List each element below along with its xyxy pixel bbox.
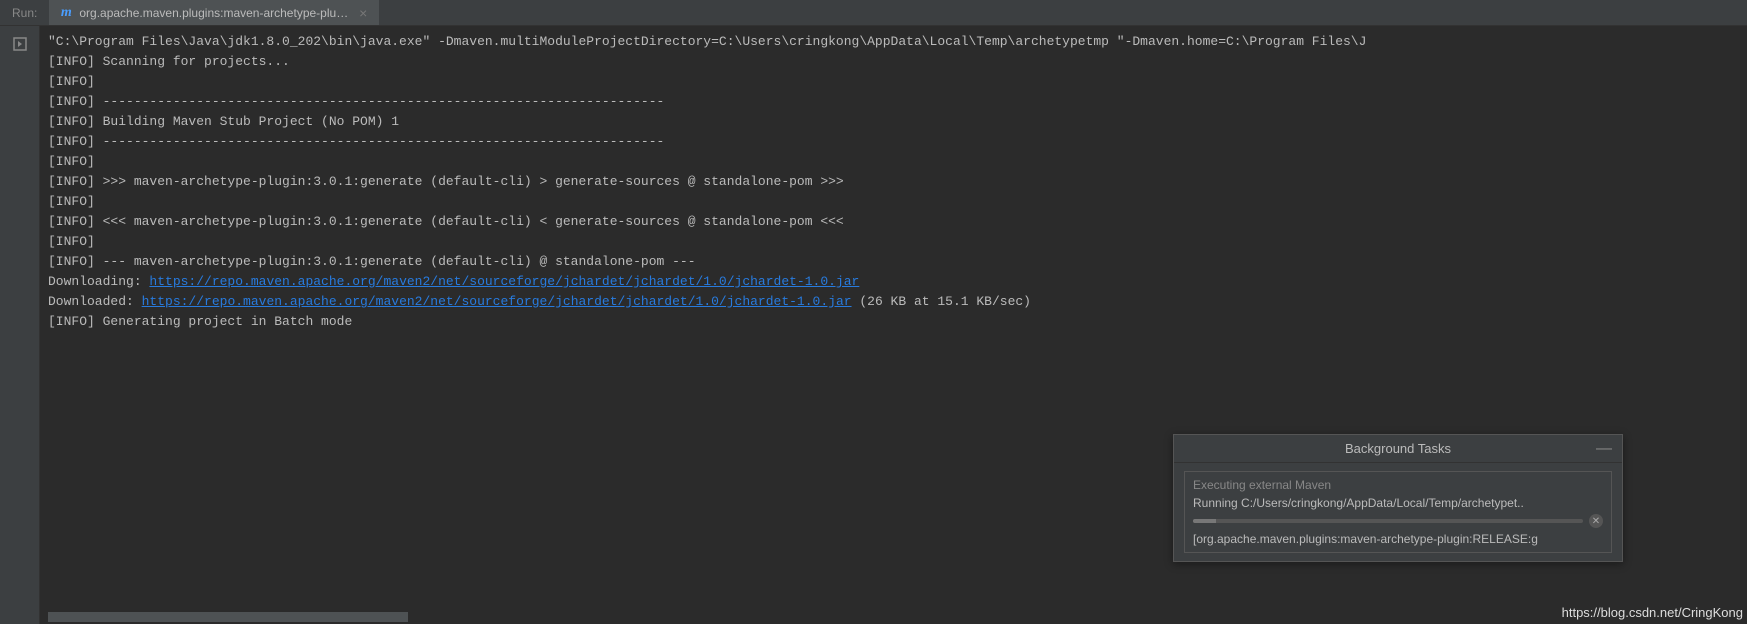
maven-icon: m [59, 6, 73, 20]
console-line: Downloading: https://repo.maven.apache.o… [48, 272, 1739, 292]
run-tab[interactable]: m org.apache.maven.plugins:maven-archety… [49, 0, 379, 25]
minimize-icon[interactable]: — [1596, 444, 1612, 454]
console-output[interactable]: "C:\Program Files\Java\jdk1.8.0_202\bin\… [48, 32, 1739, 332]
close-icon[interactable]: × [357, 5, 369, 21]
console-link[interactable]: https://repo.maven.apache.org/maven2/net… [142, 294, 852, 309]
console-link[interactable]: https://repo.maven.apache.org/maven2/net… [149, 274, 859, 289]
console-line: [INFO] <<< maven-archetype-plugin:3.0.1:… [48, 212, 1739, 232]
task-detail: [org.apache.maven.plugins:maven-archetyp… [1193, 532, 1603, 546]
console-line: [INFO] --- maven-archetype-plugin:3.0.1:… [48, 252, 1739, 272]
rerun-icon[interactable] [8, 32, 32, 56]
console-line: [INFO] ---------------------------------… [48, 92, 1739, 112]
console-line: [INFO] Scanning for projects... [48, 52, 1739, 72]
background-tasks-panel: Background Tasks — Executing external Ma… [1173, 434, 1623, 562]
console-line: [INFO] [48, 232, 1739, 252]
bg-tasks-title: Background Tasks [1345, 441, 1451, 456]
console-line: [INFO] Building Maven Stub Project (No P… [48, 112, 1739, 132]
gutter [0, 26, 40, 624]
console-line: [INFO] [48, 152, 1739, 172]
console-line: [INFO] Generating project in Batch mode [48, 312, 1739, 332]
cancel-task-icon[interactable]: ✕ [1589, 514, 1603, 528]
console-line: [INFO] [48, 192, 1739, 212]
bg-tasks-body: Executing external Maven Running C:/User… [1174, 463, 1622, 561]
console-line: [INFO] [48, 72, 1739, 92]
console-line: Downloaded: https://repo.maven.apache.or… [48, 292, 1739, 312]
watermark: https://blog.csdn.net/CringKong [1562, 605, 1743, 620]
horizontal-scrollbar[interactable] [48, 612, 408, 622]
top-bar: Run: m org.apache.maven.plugins:maven-ar… [0, 0, 1747, 26]
task-subtitle: Running C:/Users/cringkong/AppData/Local… [1193, 496, 1603, 510]
progress-row: ✕ [1193, 514, 1603, 528]
bg-tasks-header: Background Tasks — [1174, 435, 1622, 463]
progress-bar [1193, 519, 1583, 523]
console-line: [INFO] >>> maven-archetype-plugin:3.0.1:… [48, 172, 1739, 192]
console-line: [INFO] ---------------------------------… [48, 132, 1739, 152]
task-block: Executing external Maven Running C:/User… [1184, 471, 1612, 553]
console-line: "C:\Program Files\Java\jdk1.8.0_202\bin\… [48, 32, 1739, 52]
progress-fill [1193, 519, 1216, 523]
run-label: Run: [0, 0, 49, 25]
task-title: Executing external Maven [1193, 478, 1603, 492]
tab-title: org.apache.maven.plugins:maven-archetype… [79, 6, 351, 20]
